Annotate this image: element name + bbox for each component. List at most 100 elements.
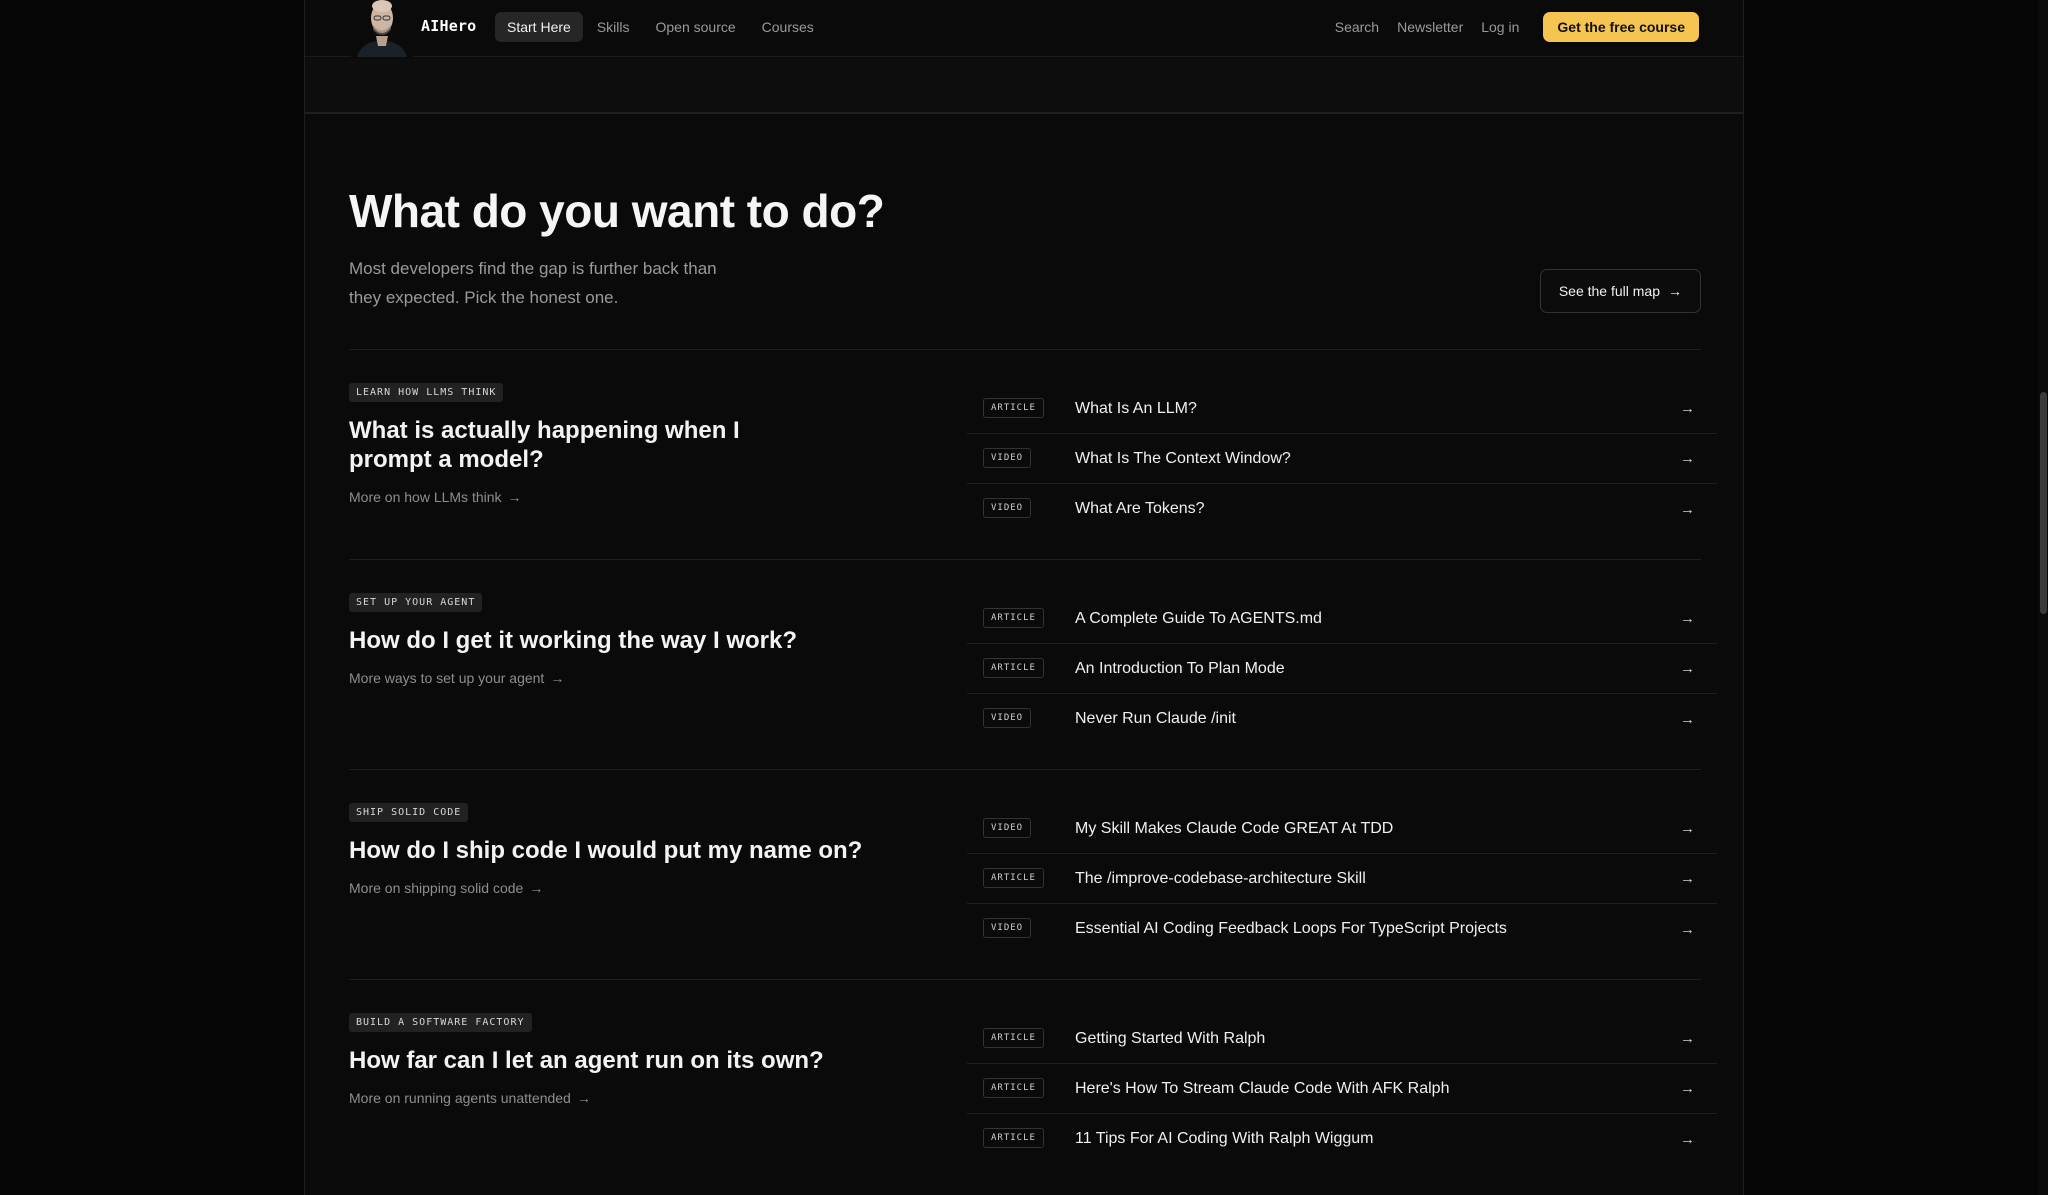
page: AIHero Start Here Skills Open source Cou… xyxy=(0,0,2048,1195)
arrow-right-icon: → xyxy=(1680,710,1695,728)
resource-title: What Are Tokens? xyxy=(1075,500,1205,517)
arrow-right-icon: → xyxy=(1680,610,1695,627)
topic-question: How far can I let an agent run on its ow… xyxy=(349,1047,824,1074)
get-free-course-button[interactable]: Get the free course xyxy=(1543,12,1699,42)
arrow-right-icon: → xyxy=(1680,920,1695,938)
resource-type-badge: ARTICLE xyxy=(983,1028,1044,1048)
arrow-right-icon: → xyxy=(1680,660,1695,677)
more-link[interactable]: More on how LLMs think → xyxy=(349,489,522,505)
topic-question: How do I ship code I would put my name o… xyxy=(349,837,863,864)
more-link[interactable]: More ways to set up your agent → xyxy=(349,670,564,686)
topic-tag: SHIP SOLID CODE xyxy=(349,803,469,822)
site-header: AIHero Start Here Skills Open source Cou… xyxy=(305,0,1743,57)
topic-section-llms: LEARN HOW LLMS THINK What is actually ha… xyxy=(349,349,1717,559)
page-title: What do you want to do? xyxy=(349,185,885,237)
more-link-label: More ways to set up your agent xyxy=(349,670,545,686)
nav-courses[interactable]: Courses xyxy=(750,12,826,42)
resource-title: The /improve-codebase-architecture Skill xyxy=(1075,869,1366,887)
resource-type-badge: VIDEO xyxy=(983,498,1032,518)
avatar[interactable] xyxy=(351,0,413,57)
topic-section-agent-setup: SET UP YOUR AGENT How do I get it workin… xyxy=(349,559,1717,769)
topic-section-software-factory: BUILD A SOFTWARE FACTORY How far can I l… xyxy=(349,979,1717,1189)
nav-skills[interactable]: Skills xyxy=(585,12,642,42)
resource-title: What Is An LLM? xyxy=(1075,399,1197,417)
arrow-right-icon: → xyxy=(1668,283,1682,299)
resource-type-badge: VIDEO xyxy=(983,818,1032,838)
resource-row[interactable]: VIDEO My Skill Makes Claude Code GREAT A… xyxy=(967,804,1717,854)
resource-row[interactable]: VIDEO What Are Tokens? → xyxy=(967,484,1717,534)
resource-list: ARTICLE What Is An LLM? → VIDEO What Is … xyxy=(967,384,1717,534)
content-frame: AIHero Start Here Skills Open source Cou… xyxy=(304,0,1744,1195)
more-link-label: More on shipping solid code xyxy=(349,880,524,896)
page-subtitle: Most developers find the gap is further … xyxy=(349,259,717,307)
scrollbar-thumb[interactable] xyxy=(2040,392,2047,614)
arrow-right-icon: → xyxy=(1680,870,1695,887)
topic-tag: LEARN HOW LLMS THINK xyxy=(349,383,504,402)
resource-row[interactable]: ARTICLE A Complete Guide To AGENTS.md → xyxy=(967,594,1717,644)
arrow-right-icon: → xyxy=(1680,400,1695,417)
more-link[interactable]: More on running agents unattended → xyxy=(349,1090,591,1106)
nav-open-source[interactable]: Open source xyxy=(643,12,747,42)
resource-title: A Complete Guide To AGENTS.md xyxy=(1075,609,1322,627)
brand-logo[interactable]: AIHero xyxy=(421,17,476,35)
arrow-right-icon: → xyxy=(1680,500,1695,518)
resource-list: ARTICLE A Complete Guide To AGENTS.md → … xyxy=(967,594,1717,744)
main-nav: Start Here Skills Open source Courses xyxy=(495,12,828,42)
login-link[interactable]: Log in xyxy=(1481,19,1519,35)
page-scrollbar[interactable] xyxy=(2038,0,2048,1195)
resource-type-badge: ARTICLE xyxy=(983,868,1044,888)
arrow-right-icon: → xyxy=(507,489,522,505)
resource-row[interactable]: ARTICLE Here's How To Stream Claude Code… xyxy=(967,1064,1717,1114)
arrow-right-icon: → xyxy=(1680,450,1695,467)
resource-row[interactable]: ARTICLE Getting Started With Ralph → xyxy=(967,1014,1717,1064)
topic-question: What is actually happening when I prompt… xyxy=(349,417,740,473)
more-link-label: More on how LLMs think xyxy=(349,489,502,505)
arrow-right-icon: → xyxy=(1680,1130,1695,1148)
resource-list: ARTICLE Getting Started With Ralph → ART… xyxy=(967,1014,1717,1164)
arrow-right-icon: → xyxy=(576,1090,591,1106)
header-strip xyxy=(305,58,1743,114)
topic-sections: LEARN HOW LLMS THINK What is actually ha… xyxy=(349,349,1717,1189)
arrow-right-icon: → xyxy=(550,670,565,686)
more-link[interactable]: More on shipping solid code → xyxy=(349,880,543,896)
resource-row[interactable]: VIDEO Never Run Claude /init → xyxy=(967,694,1717,744)
resource-row[interactable]: VIDEO Essential AI Coding Feedback Loops… xyxy=(967,904,1717,954)
resource-title: Here's How To Stream Claude Code With AF… xyxy=(1075,1079,1450,1097)
arrow-right-icon: → xyxy=(1680,820,1695,837)
topic-tag: SET UP YOUR AGENT xyxy=(349,593,483,612)
nav-start-here[interactable]: Start Here xyxy=(495,12,583,42)
resource-title: Essential AI Coding Feedback Loops For T… xyxy=(1075,920,1507,937)
resource-row[interactable]: VIDEO What Is The Context Window? → xyxy=(967,434,1717,484)
arrow-right-icon: → xyxy=(1680,1030,1695,1047)
resource-row[interactable]: ARTICLE 11 Tips For AI Coding With Ralph… xyxy=(967,1114,1717,1164)
more-link-label: More on running agents unattended xyxy=(349,1090,571,1106)
resource-title: What Is The Context Window? xyxy=(1075,449,1291,467)
resource-row[interactable]: ARTICLE What Is An LLM? → xyxy=(967,384,1717,434)
see-full-map-button[interactable]: See the full map → xyxy=(1539,269,1701,313)
topic-tag: BUILD A SOFTWARE FACTORY xyxy=(349,1013,532,1032)
resource-list: VIDEO My Skill Makes Claude Code GREAT A… xyxy=(967,804,1717,954)
resource-title: Never Run Claude /init xyxy=(1075,710,1236,727)
see-full-map-label: See the full map xyxy=(1558,283,1660,299)
resource-type-badge: VIDEO xyxy=(983,918,1032,938)
resource-title: 11 Tips For AI Coding With Ralph Wiggum xyxy=(1075,1130,1374,1147)
search-link[interactable]: Search xyxy=(1335,19,1379,35)
header-actions: Search Newsletter Log in Get the free co… xyxy=(1317,12,1699,42)
arrow-right-icon: → xyxy=(1680,1080,1695,1097)
resource-type-badge: VIDEO xyxy=(983,448,1032,468)
resource-type-badge: ARTICLE xyxy=(983,608,1044,628)
topic-section-solid-code: SHIP SOLID CODE How do I ship code I wou… xyxy=(349,769,1717,979)
avatar-portrait xyxy=(351,0,413,57)
newsletter-link[interactable]: Newsletter xyxy=(1397,19,1463,35)
resource-title: An Introduction To Plan Mode xyxy=(1075,659,1285,677)
resource-row[interactable]: ARTICLE An Introduction To Plan Mode → xyxy=(967,644,1717,694)
resource-type-badge: ARTICLE xyxy=(983,398,1044,418)
resource-type-badge: VIDEO xyxy=(983,708,1032,728)
resource-type-badge: ARTICLE xyxy=(983,1078,1044,1098)
resource-title: Getting Started With Ralph xyxy=(1075,1029,1266,1047)
resource-type-badge: ARTICLE xyxy=(983,658,1044,678)
topic-question: How do I get it working the way I work? xyxy=(349,627,798,654)
resource-type-badge: ARTICLE xyxy=(983,1128,1044,1148)
resource-row[interactable]: ARTICLE The /improve-codebase-architectu… xyxy=(967,854,1717,904)
arrow-right-icon: → xyxy=(529,880,544,896)
